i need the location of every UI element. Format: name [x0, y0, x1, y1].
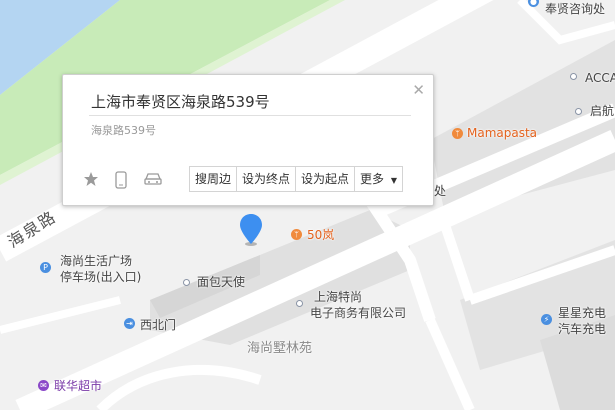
restaurant-icon[interactable]: ᛘ [452, 128, 463, 139]
set-origin-button[interactable]: 设为起点 [296, 167, 356, 191]
more-dropdown-button[interactable]: 更多 ▼ [355, 167, 402, 191]
map-label[interactable]: 汽车充电 [558, 322, 606, 337]
map-label[interactable]: ACCAI [585, 71, 615, 86]
charging-icon[interactable]: ⚡ [541, 314, 552, 325]
poi-dot[interactable] [570, 73, 577, 80]
map-label[interactable]: 停车场(出入口) [60, 270, 141, 285]
location-info-popup: 上海市奉贤区海泉路539号 海泉路539号 ✕ 搜周边 设为终点 设为起点 更多… [62, 74, 434, 206]
popup-action-bar: 搜周边 设为终点 设为起点 更多 ▼ [189, 166, 404, 192]
map-label[interactable]: 奉贤咨询处 [545, 2, 605, 17]
gate-icon[interactable]: ⇥ [124, 318, 135, 329]
popup-subtitle: 海泉路539号 [91, 124, 156, 137]
map-label[interactable]: 海尚生活广场 [60, 254, 132, 269]
map-label[interactable]: 处 [434, 184, 446, 199]
set-destination-button[interactable]: 设为终点 [237, 167, 297, 191]
map-label[interactable]: 上海特尚 [314, 290, 362, 305]
map-label[interactable]: 电子商务有限公司 [310, 306, 406, 321]
popup-divider [89, 115, 411, 116]
map-label[interactable]: Mamapasta [467, 126, 537, 141]
chevron-down-icon: ▼ [390, 176, 398, 185]
map-label[interactable]: 50岚 [307, 228, 334, 243]
poi-dot[interactable] [575, 108, 582, 115]
map-canvas[interactable]: 海泉路 ● 奉贤咨询处 ACCAI 启航 ᛘ Mamapasta 处 ᛘ 50岚… [0, 0, 615, 410]
parking-icon[interactable]: P [40, 262, 51, 273]
map-label[interactable]: 面包天使 [197, 275, 245, 290]
search-nearby-button[interactable]: 搜周边 [190, 167, 238, 191]
poi-dot[interactable] [296, 300, 303, 307]
map-label[interactable]: 联华超市 [54, 379, 102, 394]
map-label[interactable]: 启航 [590, 104, 614, 119]
more-label: 更多 [360, 172, 385, 186]
area-label: 海尚墅林苑 [247, 341, 313, 356]
map-label[interactable]: 星星充电 [558, 306, 606, 321]
popup-title: 上海市奉贤区海泉路539号 [91, 93, 270, 111]
restaurant-icon[interactable]: ᛘ [291, 229, 302, 240]
supermarket-icon[interactable]: ✉ [38, 380, 49, 391]
close-icon[interactable]: ✕ [412, 81, 425, 99]
poi-dot[interactable] [183, 279, 190, 286]
map-label[interactable]: 西北门 [140, 318, 176, 333]
